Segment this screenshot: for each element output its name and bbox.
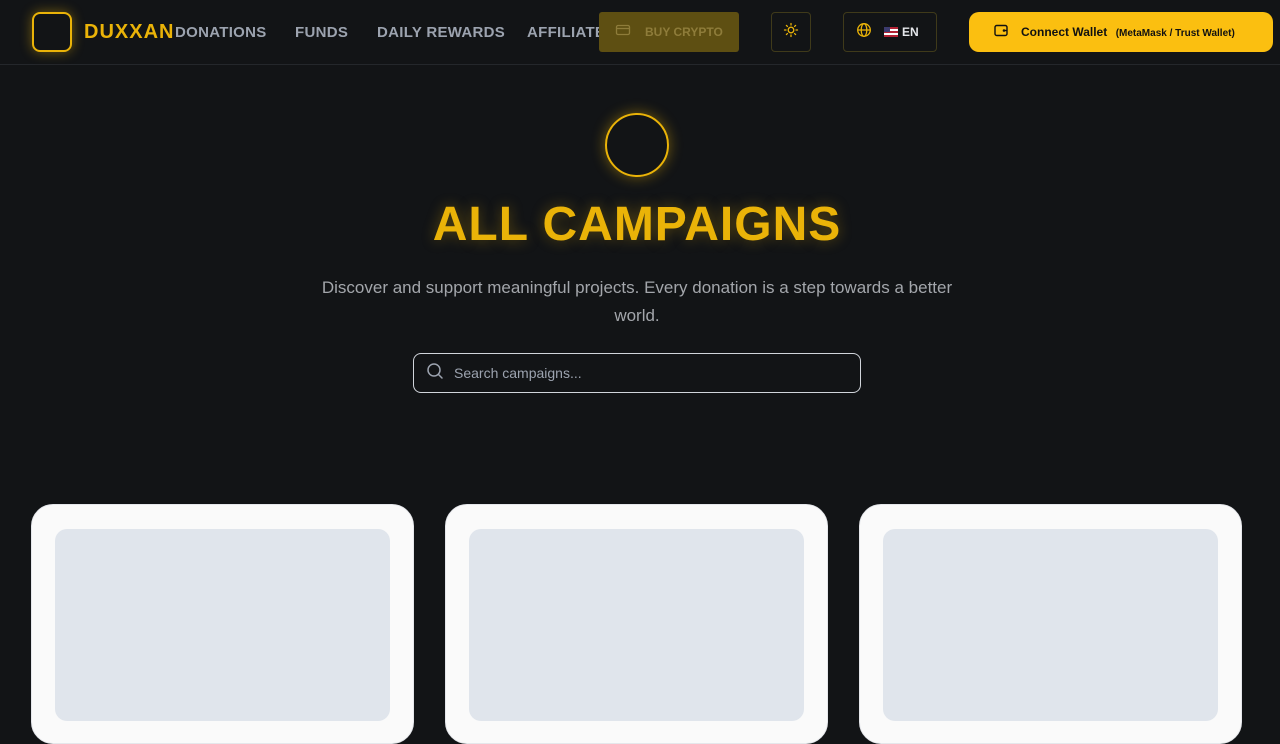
logo-icon[interactable] [32,12,72,52]
nav-item-donations[interactable]: DONATIONS [175,24,267,42]
page-title: ALL CAMPAIGNS [432,198,842,251]
buy-crypto-button[interactable]: BUY CRYPTO [599,12,739,52]
brand-name[interactable]: DUXXAN [84,20,174,44]
nav-item-funds[interactable]: FUNDS [295,24,348,42]
language-selector[interactable]: EN [843,12,937,52]
wallet-icon [993,22,1009,43]
nav-item-daily-rewards[interactable]: DAILY REWARDS [377,24,505,42]
buy-crypto-label: BUY CRYPTO [645,25,723,39]
campaign-image-placeholder [55,529,390,721]
wallet-label: Connect Wallet [1021,25,1108,39]
campaign-image-placeholder [883,529,1218,721]
campaign-card[interactable] [445,504,828,744]
search-bar[interactable] [413,353,861,393]
top-navbar: DUXXAN DONATIONS FUNDS DAILY REWARDS AFF… [0,0,1280,65]
language-label: EN [902,25,919,39]
connect-wallet-button[interactable]: Connect Wallet (MetaMask / Trust Wallet) [969,12,1273,52]
hero-icon [605,113,669,177]
us-flag-icon [884,27,898,37]
campaign-image-placeholder [469,529,804,721]
search-input[interactable] [454,365,834,381]
theme-toggle-button[interactable] [771,12,811,52]
page-description: Discover and support meaningful projects… [321,278,953,325]
credit-card-icon [615,22,631,43]
search-icon [426,362,444,385]
nav-item-affiliate[interactable]: AFFILIATE [527,24,605,42]
globe-icon [856,22,872,43]
wallet-sub-label: (MetaMask / Trust Wallet) [1115,28,1235,39]
campaign-card[interactable] [31,504,414,744]
sun-icon [783,22,799,43]
campaign-card[interactable] [859,504,1242,744]
